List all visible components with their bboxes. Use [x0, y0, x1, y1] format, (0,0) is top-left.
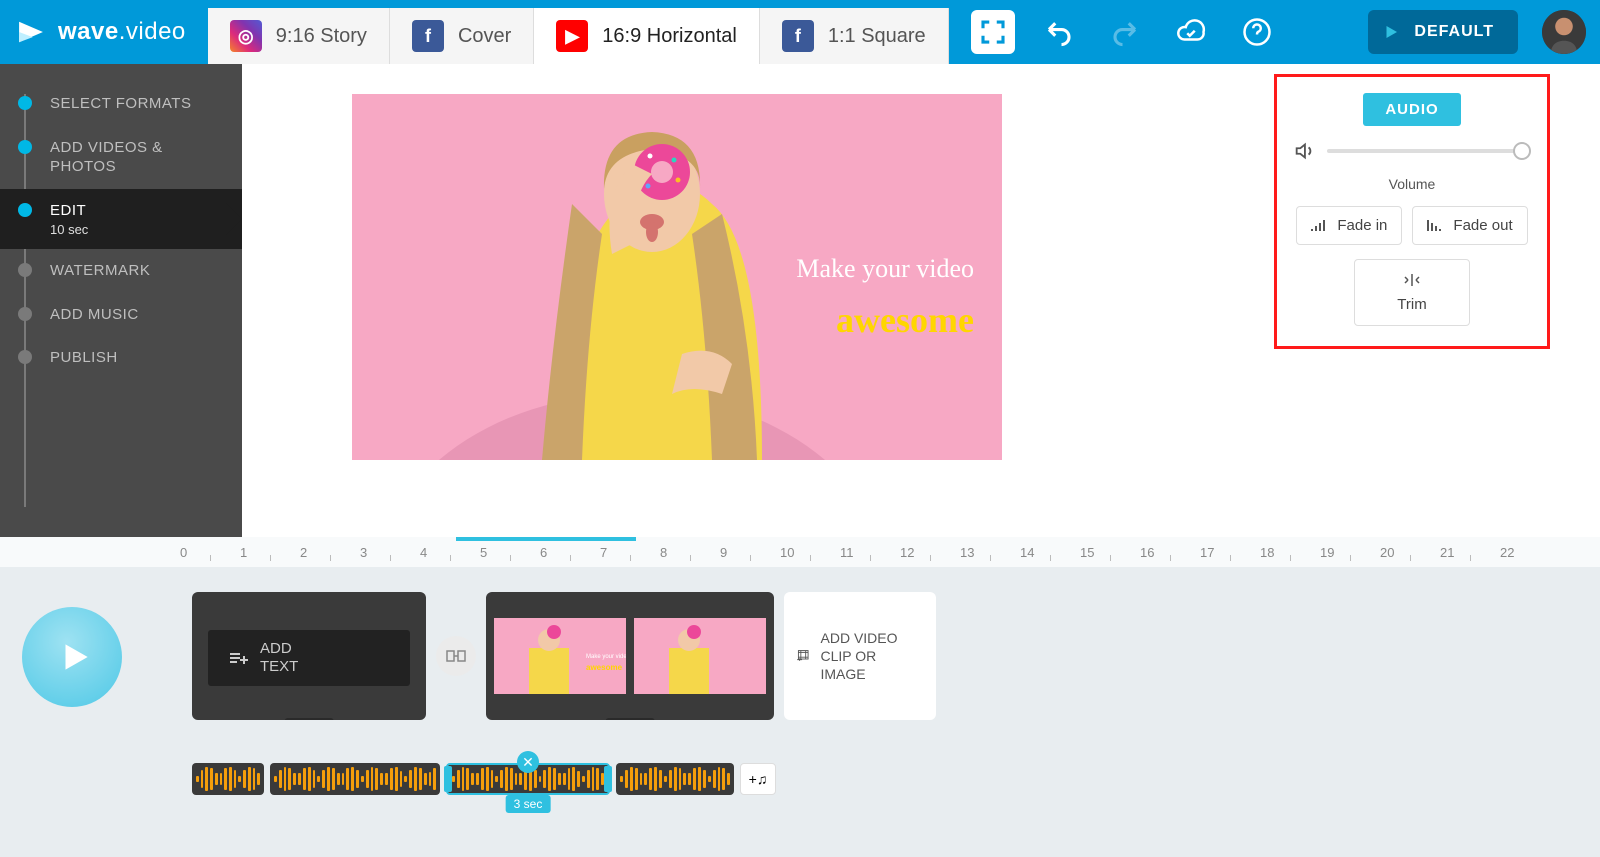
clip-1-duration: 4 sec [285, 718, 334, 720]
trim-button[interactable]: Trim [1354, 259, 1470, 326]
fade-out-icon [1427, 219, 1443, 233]
volume-label: Volume [1389, 176, 1436, 192]
fade-in-icon [1311, 219, 1327, 233]
instagram-icon: ◎ [230, 20, 262, 52]
fade-out-button[interactable]: Fade out [1412, 206, 1527, 245]
playhead[interactable] [456, 537, 636, 541]
clip-2[interactable]: Make your video awesome 5 sec [486, 592, 774, 720]
logo-text: wave.video [58, 18, 186, 46]
add-text-icon [228, 650, 248, 666]
step-add-media[interactable]: ADD VIDEOS & PHOTOS [0, 126, 242, 189]
volume-row [1289, 140, 1535, 162]
help-button[interactable] [1235, 10, 1279, 54]
tab-story[interactable]: ◎9:16 Story [208, 8, 390, 64]
audio-selection-duration: 3 sec [506, 795, 551, 813]
tab-cover[interactable]: fCover [390, 8, 534, 64]
volume-knob[interactable] [1513, 142, 1531, 160]
tab-square[interactable]: f1:1 Square [760, 8, 949, 64]
clip-2-duration: 5 sec [606, 718, 655, 720]
audio-segment[interactable] [616, 763, 734, 795]
add-clip-icon [796, 643, 811, 669]
timeline: 012345678910111213141516171819202122 ADD… [0, 537, 1600, 857]
overlay-text-1: Make your video [796, 254, 974, 284]
step-publish[interactable]: PUBLISH [0, 336, 242, 380]
audio-segment[interactable] [270, 763, 440, 795]
undo-button[interactable] [1037, 10, 1081, 54]
add-clip-button[interactable]: ADD VIDEO CLIP OR IMAGE [784, 592, 936, 720]
volume-icon [1293, 140, 1315, 162]
play-icon [1382, 23, 1400, 41]
user-avatar[interactable] [1542, 10, 1586, 54]
step-select-formats[interactable]: SELECT FORMATS [0, 82, 242, 126]
tracks: ADDTEXT 4 sec Make your video awesome 5 s… [0, 567, 1600, 795]
transition-icon [446, 648, 466, 664]
logo[interactable]: wave.video [14, 15, 186, 49]
save-button[interactable] [1169, 10, 1213, 54]
overlay-text-2: awesome [836, 299, 974, 341]
facebook-icon: f [782, 20, 814, 52]
step-edit[interactable]: EDIT10 sec [0, 189, 242, 250]
trim-icon [1402, 272, 1422, 288]
audio-segment-selected[interactable]: ✕ 3 sec [446, 763, 610, 795]
video-preview[interactable]: Make your video awesome [352, 94, 1002, 460]
step-watermark[interactable]: WATERMARK [0, 249, 242, 293]
add-text-button[interactable]: ADDTEXT [208, 630, 410, 686]
redo-icon [1110, 17, 1140, 47]
audio-panel: AUDIO Volume Fade in Fade out Trim [1274, 74, 1550, 349]
ruler[interactable]: 012345678910111213141516171819202122 [0, 537, 1600, 567]
step-add-music[interactable]: ADD MUSIC [0, 293, 242, 337]
logo-icon [14, 15, 48, 49]
sidebar: SELECT FORMATS ADD VIDEOS & PHOTOS EDIT1… [0, 64, 242, 537]
audio-panel-title: AUDIO [1363, 93, 1460, 126]
svg-text:Make your video: Make your video [586, 654, 626, 660]
delete-audio-icon[interactable]: ✕ [517, 751, 539, 773]
audio-segment[interactable] [192, 763, 264, 795]
canvas: Make your video awesome AUDIO Volume Fad… [242, 64, 1600, 537]
video-track: ADDTEXT 4 sec Make your video awesome 5 s… [192, 591, 1600, 721]
main: SELECT FORMATS ADD VIDEOS & PHOTOS EDIT1… [0, 64, 1600, 537]
volume-slider[interactable] [1327, 149, 1531, 153]
default-button[interactable]: DEFAULT [1368, 10, 1518, 54]
format-tabs: ◎9:16 Story fCover ▶16:9 Horizontal f1:1… [208, 8, 949, 64]
svg-text:awesome: awesome [586, 663, 623, 672]
add-audio-button[interactable]: +♫ [740, 763, 776, 795]
header: wave.video ◎9:16 Story fCover ▶16:9 Hori… [0, 0, 1600, 64]
undo-icon [1044, 17, 1074, 47]
fade-in-button[interactable]: Fade in [1296, 206, 1402, 245]
youtube-icon: ▶ [556, 20, 588, 52]
transition-button[interactable] [436, 636, 476, 676]
help-icon [1242, 17, 1272, 47]
tab-horizontal[interactable]: ▶16:9 Horizontal [534, 8, 760, 64]
cloud-check-icon [1176, 17, 1206, 47]
clip-1[interactable]: ADDTEXT 4 sec [192, 592, 426, 720]
fullscreen-button[interactable] [971, 10, 1015, 54]
audio-track: ✕ 3 sec +♫ [192, 763, 1600, 795]
redo-button[interactable] [1103, 10, 1147, 54]
fullscreen-icon [978, 17, 1008, 47]
facebook-icon: f [412, 20, 444, 52]
